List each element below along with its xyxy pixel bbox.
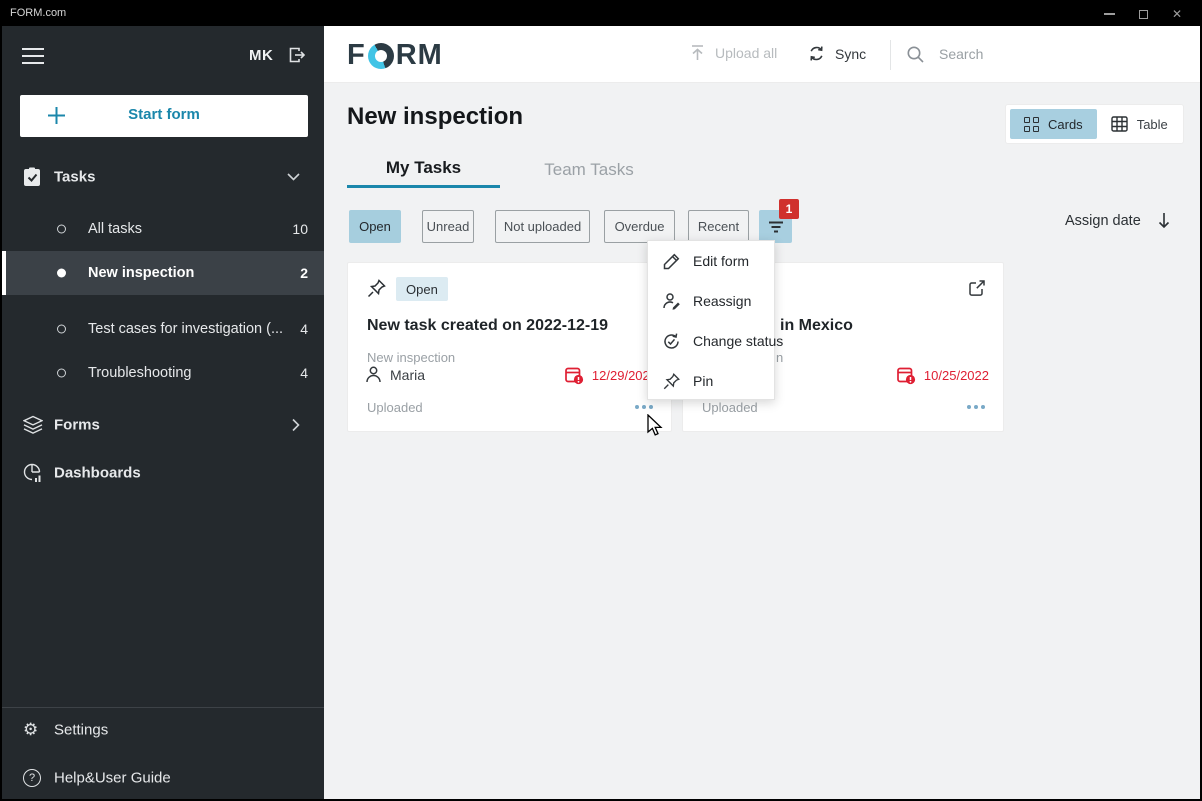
task-card[interactable]: Open New task created on 2022-12-19 New … (347, 262, 672, 432)
card-form-name: New inspection (367, 350, 455, 365)
circle-bullet-icon (57, 225, 66, 234)
title-bar: FORM.com ✕ (2, 2, 1200, 26)
status-refresh-icon (662, 332, 681, 351)
cards-view-button[interactable]: Cards (1010, 109, 1097, 139)
sign-out-icon[interactable] (287, 45, 307, 65)
help-icon: ? (23, 769, 41, 787)
calendar-overdue-icon (896, 365, 917, 386)
sidebar-item-new-inspection[interactable]: New inspection 2 (2, 251, 324, 295)
maximize-icon (1139, 10, 1148, 19)
sort-descending-icon (1157, 212, 1171, 229)
sidebar-item-help[interactable]: ? Help&User Guide (2, 756, 324, 800)
card-title-fragment: in Mexico (780, 317, 853, 335)
sidebar-section-tasks[interactable]: Tasks (2, 162, 324, 192)
card-form-name-fragment: n (776, 350, 783, 365)
logo-o-icon (368, 43, 394, 69)
sidebar: MK Start form Tasks All tasks 10 (2, 26, 324, 799)
chevron-right-icon (292, 419, 300, 432)
card-context-menu: Edit form Reassign Change status (647, 240, 775, 400)
card-due-date: 12/29/2022 (564, 365, 657, 386)
task-count-badge: 2 (300, 265, 308, 281)
tasks-clipboard-icon (23, 167, 41, 187)
pin-icon (662, 372, 681, 391)
page-title: New inspection (347, 103, 523, 131)
task-count-badge: 4 (300, 365, 308, 381)
card-assignee: Maria (364, 365, 425, 384)
content-area: New inspection Cards Table My Tasks Team… (324, 83, 1200, 799)
sidebar-section-forms[interactable]: Forms (2, 403, 324, 447)
filter-count-badge: 1 (779, 199, 799, 219)
table-icon (1111, 116, 1128, 132)
filter-chip-open[interactable]: Open (349, 210, 401, 243)
card-upload-status: Uploaded (702, 400, 758, 415)
menu-item-change-status[interactable]: Change status (648, 321, 774, 361)
minimize-button[interactable] (1094, 2, 1124, 26)
pin-icon[interactable] (366, 278, 387, 299)
app-header: F RM Upload all Sync (324, 26, 1200, 83)
search-bar (906, 40, 1159, 68)
status-badge: Open (396, 277, 448, 301)
pie-chart-icon (23, 463, 43, 483)
task-count-badge: 4 (300, 321, 308, 337)
circle-bullet-icon (57, 325, 66, 334)
sync-button[interactable]: Sync (807, 44, 866, 63)
main-panel: F RM Upload all Sync (324, 26, 1200, 799)
start-form-button[interactable]: Start form (20, 95, 308, 137)
external-link-icon[interactable] (967, 278, 987, 298)
gear-icon: ⚙ (23, 720, 38, 740)
window-title: FORM.com (10, 7, 66, 19)
card-title: New task created on 2022-12-19 (367, 317, 608, 335)
menu-item-reassign[interactable]: Reassign (648, 281, 774, 321)
more-actions-icon[interactable] (967, 405, 985, 409)
filter-chip-recent[interactable]: Recent (688, 210, 749, 243)
circle-bullet-icon (57, 369, 66, 378)
tab-my-tasks[interactable]: My Tasks (347, 151, 500, 188)
header-divider (890, 40, 891, 70)
cards-grid-icon (1024, 117, 1039, 132)
card-due-date: 10/25/2022 (896, 365, 989, 386)
filter-icon (768, 220, 784, 234)
sidebar-item-troubleshooting[interactable]: Troubleshooting 4 (2, 351, 324, 395)
upload-icon (689, 44, 706, 62)
app-window: FORM.com ✕ MK Start form Tasks (0, 0, 1202, 801)
upload-all-button[interactable]: Upload all (689, 44, 777, 62)
sync-icon (807, 44, 826, 63)
layers-icon (23, 416, 43, 435)
close-button[interactable]: ✕ (1162, 2, 1192, 26)
menu-item-pin[interactable]: Pin (648, 361, 774, 401)
sidebar-item-all-tasks[interactable]: All tasks 10 (2, 207, 324, 251)
maximize-button[interactable] (1128, 2, 1158, 26)
more-actions-icon[interactable] (635, 405, 653, 409)
person-icon (364, 365, 383, 384)
filter-chip-unread[interactable]: Unread (422, 210, 474, 243)
form-logo: F RM (347, 39, 443, 72)
avatar[interactable]: MK (249, 47, 273, 64)
calendar-overdue-icon (564, 365, 585, 386)
filled-bullet-icon (57, 269, 66, 278)
table-view-button[interactable]: Table (1097, 109, 1182, 139)
chevron-down-icon (287, 173, 300, 181)
sort-control[interactable]: Assign date (1065, 212, 1171, 229)
filter-chip-overdue[interactable]: Overdue (604, 210, 675, 243)
filter-chip-not-uploaded[interactable]: Not uploaded (495, 210, 590, 243)
card-upload-status: Uploaded (367, 400, 423, 415)
view-toggle: Cards Table (1006, 105, 1183, 143)
search-icon (906, 45, 925, 64)
tab-team-tasks[interactable]: Team Tasks (500, 151, 678, 188)
sidebar-item-test-cases[interactable]: Test cases for investigation (... 4 (2, 307, 324, 351)
sidebar-item-settings[interactable]: ⚙ Settings (2, 708, 324, 752)
person-edit-icon (662, 292, 681, 311)
task-count-badge: 10 (292, 221, 308, 237)
search-input[interactable] (939, 40, 1159, 68)
sidebar-section-dashboards[interactable]: Dashboards (2, 451, 324, 495)
pencil-icon (662, 252, 681, 271)
minimize-icon (1104, 13, 1115, 15)
menu-item-edit-form[interactable]: Edit form (648, 241, 774, 281)
hamburger-menu-icon[interactable] (22, 48, 44, 64)
